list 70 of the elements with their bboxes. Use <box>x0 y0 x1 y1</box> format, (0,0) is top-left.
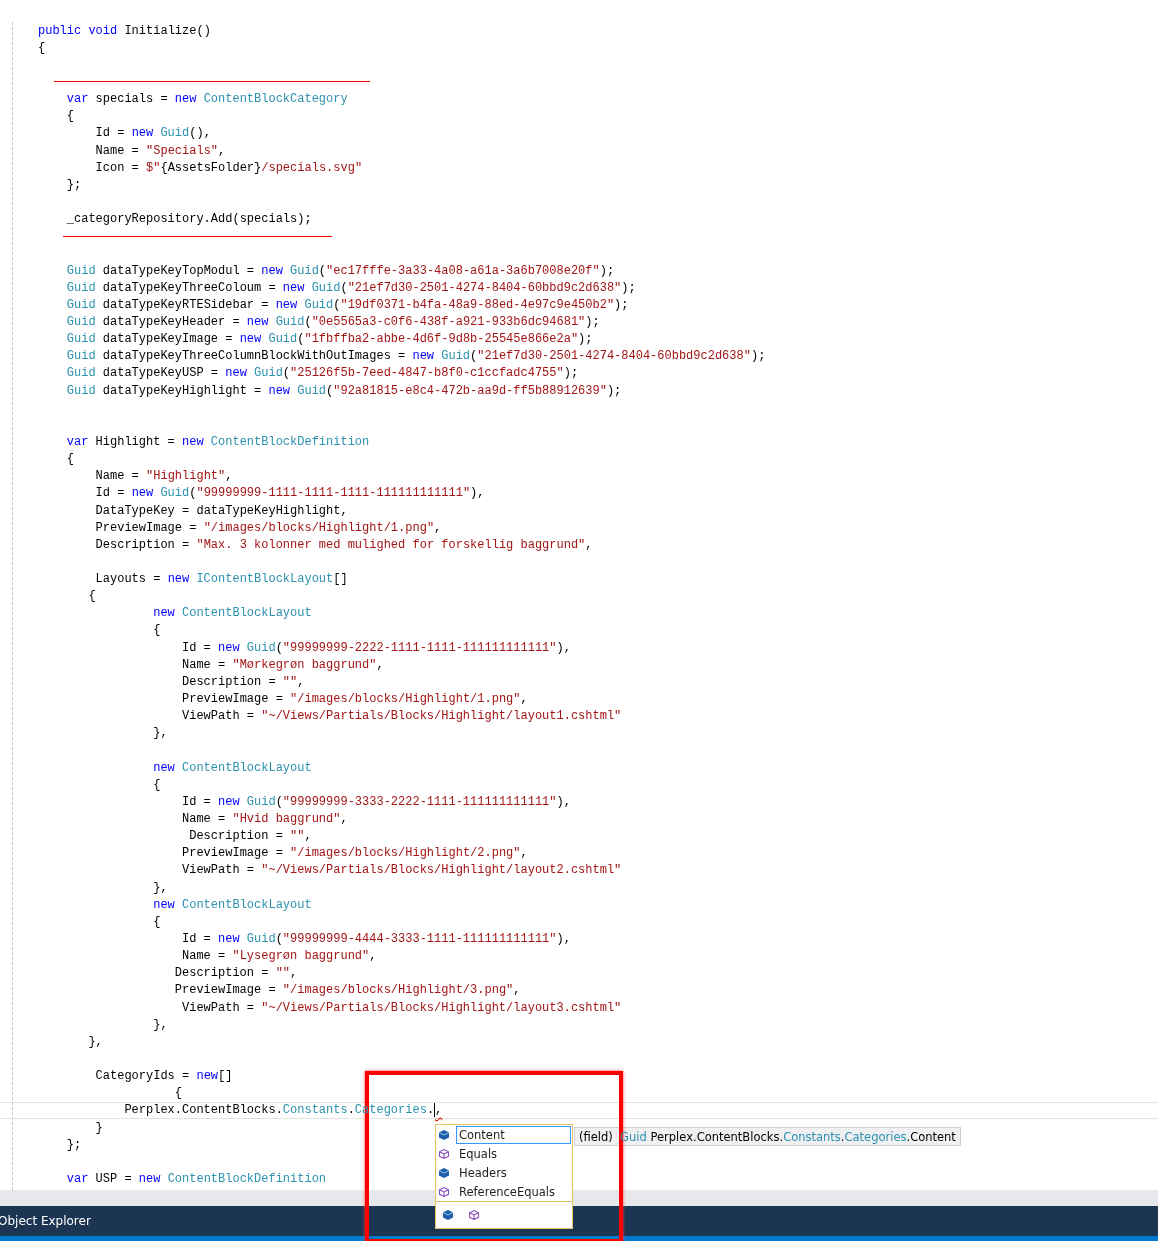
code-line: Guid dataTypeKeyTopModul = new Guid("ec17fffe-3a33-4a08-a61a-3a6b7008e20f"); <box>66 263 615 278</box>
code-line: var USP = new ContentBlockDefinition <box>66 1172 327 1186</box>
code-line: { <box>153 777 161 792</box>
code-line: Name = "Specials", <box>95 143 226 158</box>
code-line: , <box>435 1103 443 1118</box>
method-cube-icon <box>438 1147 450 1160</box>
code-line: Guid dataTypeKeyImage = new Guid("1fbffba2-abbe-4d6f-9d8b-25545e866e2a"); <box>66 332 593 347</box>
method-cube-icon <box>438 1185 450 1198</box>
method-cube-icon <box>468 1209 480 1221</box>
code-line: Guid dataTypeKeyHeader = new Guid("0e5565a3-c0f6-438f-a921-933b6dc94681"); <box>66 314 600 329</box>
code-line: }, <box>153 726 168 741</box>
completion-item[interactable]: Equals <box>456 1144 571 1163</box>
code-line: { <box>153 914 161 929</box>
code-line: Id = new Guid("99999999-1111-1111-1111-111111111111"), <box>95 486 485 501</box>
completion-item[interactable]: Content <box>456 1125 571 1144</box>
code-line: PreviewImage = "/images/blocks/Highlight/1.png", <box>182 692 528 707</box>
code-line: { <box>88 589 96 604</box>
code-line: Description = "", <box>189 829 312 844</box>
code-line: new ContentBlockLayout <box>153 897 312 912</box>
code-line: Guid dataTypeKeyThreeColumnBlockWithOutImages = new Guid("21ef7d30-2501-4274-8404-60bbd9c2d638"); <box>66 349 766 364</box>
completion-item[interactable]: Headers <box>456 1163 571 1182</box>
code-line: Icon = $"{AssetsFolder}/specials.svg" <box>95 160 363 175</box>
code-line: { <box>38 40 46 55</box>
code-line: Id = new Guid("99999999-3333-2222-1111-111111111111"), <box>182 794 571 809</box>
code-line: Layouts = new IContentBlockLayout[] <box>95 572 348 587</box>
code-line: Id = new Guid(), <box>95 126 211 141</box>
code-line: Id = new Guid("99999999-4444-3333-1111-111111111111"), <box>182 932 571 946</box>
field-cube-icon <box>438 1166 450 1179</box>
code-line: new ContentBlockLayout <box>153 760 312 775</box>
code-line: Id = new Guid("99999999-2222-1111-1111-111111111111"), <box>182 640 571 655</box>
code-line: }, <box>153 1017 168 1032</box>
code-line: { <box>153 623 161 638</box>
code-line: }, <box>88 1034 103 1049</box>
code-line: Guid dataTypeKeyHighlight = new Guid("92a81815-e8c4-472b-aa9d-ff5b88912639"); <box>66 383 622 398</box>
code-line: { <box>66 109 74 124</box>
filter-button[interactable] <box>442 1209 454 1221</box>
field-cube-icon <box>438 1128 450 1141</box>
code-line: { <box>66 452 74 467</box>
code-line: }, <box>153 880 168 895</box>
code-line: Name = "Lysegrøn baggrund", <box>182 949 377 964</box>
code-line: public void Initialize() <box>38 23 211 38</box>
code-line: }; <box>66 1137 82 1152</box>
code-line: ViewPath = "~/Views/Partials/Blocks/Highlight/layout2.cshtml" <box>182 863 622 878</box>
code-line: } <box>95 1120 103 1135</box>
code-line: { <box>174 1086 182 1101</box>
completion-item[interactable]: ReferenceEquals <box>456 1182 571 1201</box>
code-line: var specials = new ContentBlockCategory <box>66 92 348 107</box>
code-line: Description = "", <box>174 966 298 981</box>
filter-button[interactable] <box>468 1209 480 1221</box>
code-line: ViewPath = "~/Views/Partials/Blocks/Highlight/layout1.cshtml" <box>182 709 622 724</box>
text-caret <box>434 1103 436 1118</box>
code-line: Name = "Mørkegrøn baggrund", <box>182 657 384 672</box>
code-line: new ContentBlockLayout <box>153 606 312 621</box>
field-cube-icon <box>442 1209 454 1221</box>
code-line: }; <box>66 177 82 192</box>
code-line: ViewPath = "~/Views/Partials/Blocks/Highlight/layout3.cshtml" <box>182 1000 622 1015</box>
code-line: Description = "Max. 3 kolonner med mulighed for forskellig baggrund", <box>95 537 593 552</box>
code-line: Guid dataTypeKeyThreeColoum = new Guid("21ef7d30-2501-4274-8404-60bbd9c2d638"); <box>66 280 636 295</box>
code-line: var Highlight = new ContentBlockDefinition <box>66 434 370 449</box>
code-line: CategoryIds = new[] <box>95 1069 233 1084</box>
code-line: Guid dataTypeKeyUSP = new Guid("25126f5b-7eed-4847-b8f0-c1ccfadc4755"); <box>66 366 579 381</box>
code-line: DataTypeKey = dataTypeKeyHighlight, <box>95 503 348 518</box>
code-line: Description = "", <box>182 674 305 689</box>
code-line: _categoryRepository.Add(specials); <box>66 212 312 227</box>
code-line: Name = "Hvid baggrund", <box>182 812 348 827</box>
code-line: PreviewImage = "/images/blocks/Highlight/1.png", <box>95 520 442 535</box>
code-line: PreviewImage = "/images/blocks/Highlight/3.png", <box>174 983 521 998</box>
code-line: Guid dataTypeKeyRTESidebar = new Guid("19df0371-b4fa-48a9-88ed-4e97c9e450b2"); <box>66 297 629 312</box>
code-line: PreviewImage = "/images/blocks/Highlight/2.png", <box>182 846 528 861</box>
code-line: Name = "Highlight", <box>95 469 233 484</box>
